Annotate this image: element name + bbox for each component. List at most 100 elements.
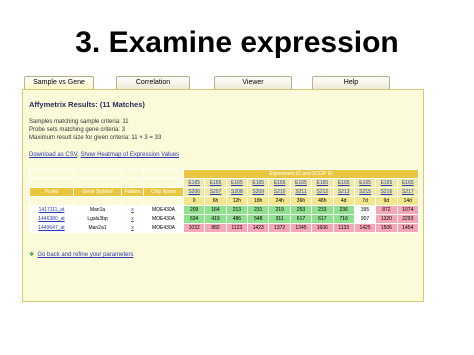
chip-name-cell: MOE430A bbox=[143, 223, 184, 233]
probe-link[interactable]: 1417111_at bbox=[29, 205, 74, 215]
gene-symbol-cell: Man1a bbox=[73, 205, 122, 215]
results-title: Affymetrix Results: (11 Matches) bbox=[29, 100, 145, 109]
show-heatmap-link[interactable]: Show Heatmap of Expression Values bbox=[80, 152, 179, 158]
slide-title: 3. Examine expression bbox=[75, 26, 399, 59]
expression-value-cell: 1425 bbox=[353, 223, 377, 233]
experiment-id-link[interactable]: E165 bbox=[268, 178, 291, 188]
timepoint-cell: 36h bbox=[289, 196, 313, 206]
expression-value-cell: 907 bbox=[353, 214, 377, 224]
blank-cell bbox=[73, 169, 122, 179]
gene-symbol-header: Gene Symbol bbox=[73, 187, 122, 197]
blank-cell bbox=[143, 178, 184, 188]
experiment-id-link[interactable]: E165 bbox=[289, 178, 313, 188]
blank-cell bbox=[73, 196, 122, 206]
expression-value-cell: 213 bbox=[225, 205, 249, 215]
results-info: Samples matching sample criteria: 11 Pro… bbox=[29, 118, 161, 142]
sample-id-link[interactable]: S216 bbox=[375, 187, 398, 197]
experiment-id-link[interactable]: E165 bbox=[353, 178, 377, 188]
back-arrow-icon: ❖ bbox=[29, 252, 35, 258]
blank-cell bbox=[73, 178, 122, 188]
experiment-id-row: E165 E165 E165 E165 E165 E165 E165 E165 E165 E165… bbox=[29, 178, 420, 188]
expression-value-cell: 486 bbox=[225, 214, 249, 224]
download-csv-link[interactable]: Download as CSV bbox=[29, 152, 77, 158]
sample-id-link[interactable]: S207 bbox=[204, 187, 227, 197]
blank-cell bbox=[143, 169, 184, 179]
expression-value-cell: 1032 bbox=[182, 223, 206, 233]
gene-symbol-cell: Lgals3bp bbox=[73, 214, 122, 224]
table-row: 1417111_at Man1a x MOE430A 209 164 213 231 219 25… bbox=[29, 205, 420, 215]
results-table: Experiment ID and SCGP ID E165 E165 E165 E16… bbox=[29, 169, 420, 233]
gene-symbol-cell: Man2a1 bbox=[73, 223, 122, 233]
expression-value-cell: 253 bbox=[289, 205, 313, 215]
expression-value-cell: 1133 bbox=[332, 223, 355, 233]
expression-value-cell: 311 bbox=[268, 214, 291, 224]
tab-sample-vs-gene[interactable]: Sample vs Gene bbox=[24, 76, 94, 90]
experiment-header: Experiment ID and SCGP ID bbox=[183, 169, 419, 179]
back-link[interactable]: ❖ Go back and refine your parameters bbox=[29, 251, 133, 258]
samples-matching-text: Samples matching sample criteria: 11 bbox=[29, 119, 129, 125]
expression-value-cell: 219 bbox=[268, 205, 291, 215]
sample-id-link[interactable]: S215 bbox=[353, 187, 377, 197]
sample-id-link[interactable]: S212 bbox=[311, 187, 334, 197]
expression-value-cell: 617 bbox=[311, 214, 334, 224]
timepoint-cell: 0 bbox=[182, 196, 206, 206]
blank-cell bbox=[29, 196, 74, 206]
experiment-id-link[interactable]: E165 bbox=[311, 178, 334, 188]
expression-value-cell: 1074 bbox=[396, 205, 420, 215]
experiment-id-link[interactable]: E165 bbox=[204, 178, 227, 188]
tab-bar: Sample vs Gene Correlation Viewer Help bbox=[24, 76, 424, 90]
blank-cell bbox=[121, 178, 144, 188]
timepoint-cell: 14d bbox=[396, 196, 420, 206]
experiment-id-link[interactable]: E165 bbox=[247, 178, 270, 188]
probe-header: Probe bbox=[29, 187, 74, 197]
expression-value-cell: 419 bbox=[204, 214, 227, 224]
experiment-id-link[interactable]: E165 bbox=[375, 178, 398, 188]
expression-value-cell: 164 bbox=[204, 205, 227, 215]
expression-value-cell: 1372 bbox=[268, 223, 291, 233]
sample-id-link[interactable]: S206 bbox=[182, 187, 206, 197]
timepoint-cell: 18h bbox=[247, 196, 270, 206]
pattern-header: Pattern bbox=[121, 187, 144, 197]
sample-id-link[interactable]: S211 bbox=[289, 187, 313, 197]
results-panel: Affymetrix Results: (11 Matches) Samples… bbox=[22, 89, 424, 302]
tab-viewer[interactable]: Viewer bbox=[214, 76, 292, 90]
table-row: 1446380_at Lgals3bp x MOE430A 634 419 486 548 31… bbox=[29, 214, 420, 224]
sample-id-link[interactable]: S208 bbox=[225, 187, 249, 197]
pattern-link[interactable]: x bbox=[121, 223, 144, 233]
expression-value-cell: 1606 bbox=[311, 223, 334, 233]
sample-id-link[interactable]: S217 bbox=[396, 187, 420, 197]
experiment-id-link[interactable]: E165 bbox=[396, 178, 420, 188]
probe-link[interactable]: 1449647_at bbox=[29, 223, 74, 233]
pattern-link[interactable]: x bbox=[121, 205, 144, 215]
chip-name-cell: MOE430A bbox=[143, 205, 184, 215]
sample-id-link[interactable]: S213 bbox=[332, 187, 355, 197]
sample-id-link[interactable]: S209 bbox=[247, 187, 270, 197]
expression-value-cell: 1345 bbox=[289, 223, 313, 233]
experiment-id-link[interactable]: E165 bbox=[182, 178, 206, 188]
probe-link[interactable]: 1446380_at bbox=[29, 214, 74, 224]
blank-cell bbox=[121, 196, 144, 206]
timepoint-cell: 9d bbox=[375, 196, 398, 206]
expression-value-cell: 716 bbox=[332, 214, 355, 224]
blank-cell bbox=[143, 196, 184, 206]
timepoint-cell: 24h bbox=[268, 196, 291, 206]
expression-value-cell: 233 bbox=[311, 205, 334, 215]
max-result-text: Maximum result size for given criteria: … bbox=[29, 135, 162, 141]
table-row: 1449647_at Man2a1 x MOE430A 1032 882 1123 1423 1… bbox=[29, 223, 420, 233]
expression-value-cell: 236 bbox=[332, 205, 355, 215]
experiment-id-link[interactable]: E165 bbox=[332, 178, 355, 188]
tab-help[interactable]: Help bbox=[312, 76, 390, 90]
expression-value-cell: 1423 bbox=[247, 223, 270, 233]
experiment-id-link[interactable]: E165 bbox=[225, 178, 249, 188]
tab-correlation[interactable]: Correlation bbox=[116, 76, 190, 90]
expression-value-cell: 548 bbox=[247, 214, 270, 224]
sample-id-link[interactable]: S210 bbox=[268, 187, 291, 197]
timepoint-row: 0 6h 12h 18h 24h 36h 48h 4d 7d 9d 14d bbox=[29, 196, 420, 206]
timepoint-cell: 48h bbox=[311, 196, 334, 206]
pattern-link[interactable]: x bbox=[121, 214, 144, 224]
blank-cell bbox=[29, 178, 74, 188]
expression-value-cell: 1320 bbox=[375, 214, 398, 224]
timepoint-cell: 6h bbox=[204, 196, 227, 206]
chip-name-cell: MOE430A bbox=[143, 214, 184, 224]
expression-value-cell: 2293 bbox=[396, 214, 420, 224]
